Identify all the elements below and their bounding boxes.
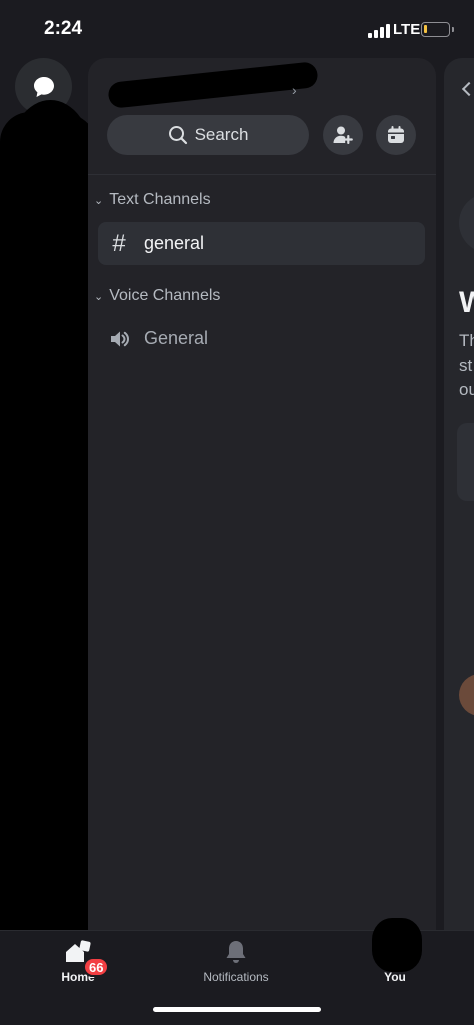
chevron-left-icon (461, 81, 474, 97)
battery-cap (452, 27, 454, 32)
events-button[interactable] (376, 115, 416, 155)
search-button[interactable]: Search (107, 115, 309, 155)
home-indicator (153, 1007, 321, 1012)
search-label: Search (194, 125, 249, 144)
channel-welcome-icon (459, 193, 474, 253)
network-type: LTE (393, 21, 421, 38)
channel-general-voice[interactable]: General (98, 317, 425, 360)
signal-icon (368, 24, 390, 38)
status-time: 2:24 (44, 18, 83, 39)
nav-notifications[interactable]: Notifications (181, 939, 291, 984)
server-name-redacted[interactable] (107, 61, 319, 109)
battery-icon (421, 22, 450, 37)
welcome-text-line: Th (459, 331, 474, 350)
speaker-icon (111, 331, 130, 346)
chevron-right-icon: › (292, 82, 297, 98)
category-voice-channels[interactable]: ⌄ Voice Channels (94, 287, 220, 305)
avatar[interactable] (459, 674, 474, 716)
nav-home[interactable]: Home 66 (23, 939, 133, 984)
welcome-heading: W (459, 286, 474, 319)
bell-icon (226, 941, 246, 963)
battery-level (424, 25, 427, 33)
redacted-avatar (372, 918, 422, 972)
nav-label: Notifications (203, 970, 269, 984)
channel-panel: › Search ⌄ Text Channels # general ⌄ Voi… (88, 58, 436, 930)
discord-mobile-screen: 2:24 LTE › Search ⌄ Text Channels # gene… (0, 0, 474, 1025)
chat-panel-peek[interactable]: W Th st ou (444, 58, 474, 930)
channel-general-text[interactable]: # general (98, 222, 425, 265)
header-divider (88, 174, 436, 175)
category-text-channels[interactable]: ⌄ Text Channels (94, 191, 211, 209)
category-label: Text Channels (109, 191, 211, 208)
add-member-icon (333, 126, 353, 144)
category-label: Voice Channels (109, 287, 221, 304)
invite-members-button[interactable] (323, 115, 363, 155)
channel-name: General (144, 328, 209, 348)
welcome-text-line: st (459, 356, 473, 375)
hashtag-icon: # (112, 229, 126, 257)
channel-name: general (144, 233, 205, 253)
redacted-server-icon (8, 100, 93, 220)
notification-badge: 66 (83, 957, 110, 977)
search-icon (168, 126, 187, 145)
redacted-server-list (0, 112, 100, 972)
calendar-icon (388, 126, 404, 143)
chevron-down-icon: ⌄ (94, 290, 104, 303)
welcome-text-line: ou (459, 380, 474, 399)
welcome-card[interactable] (457, 423, 474, 501)
chat-bubble-icon (33, 76, 54, 97)
nav-label: You (384, 970, 406, 984)
status-bar: 2:24 LTE (0, 0, 474, 58)
chevron-down-icon: ⌄ (94, 194, 104, 207)
